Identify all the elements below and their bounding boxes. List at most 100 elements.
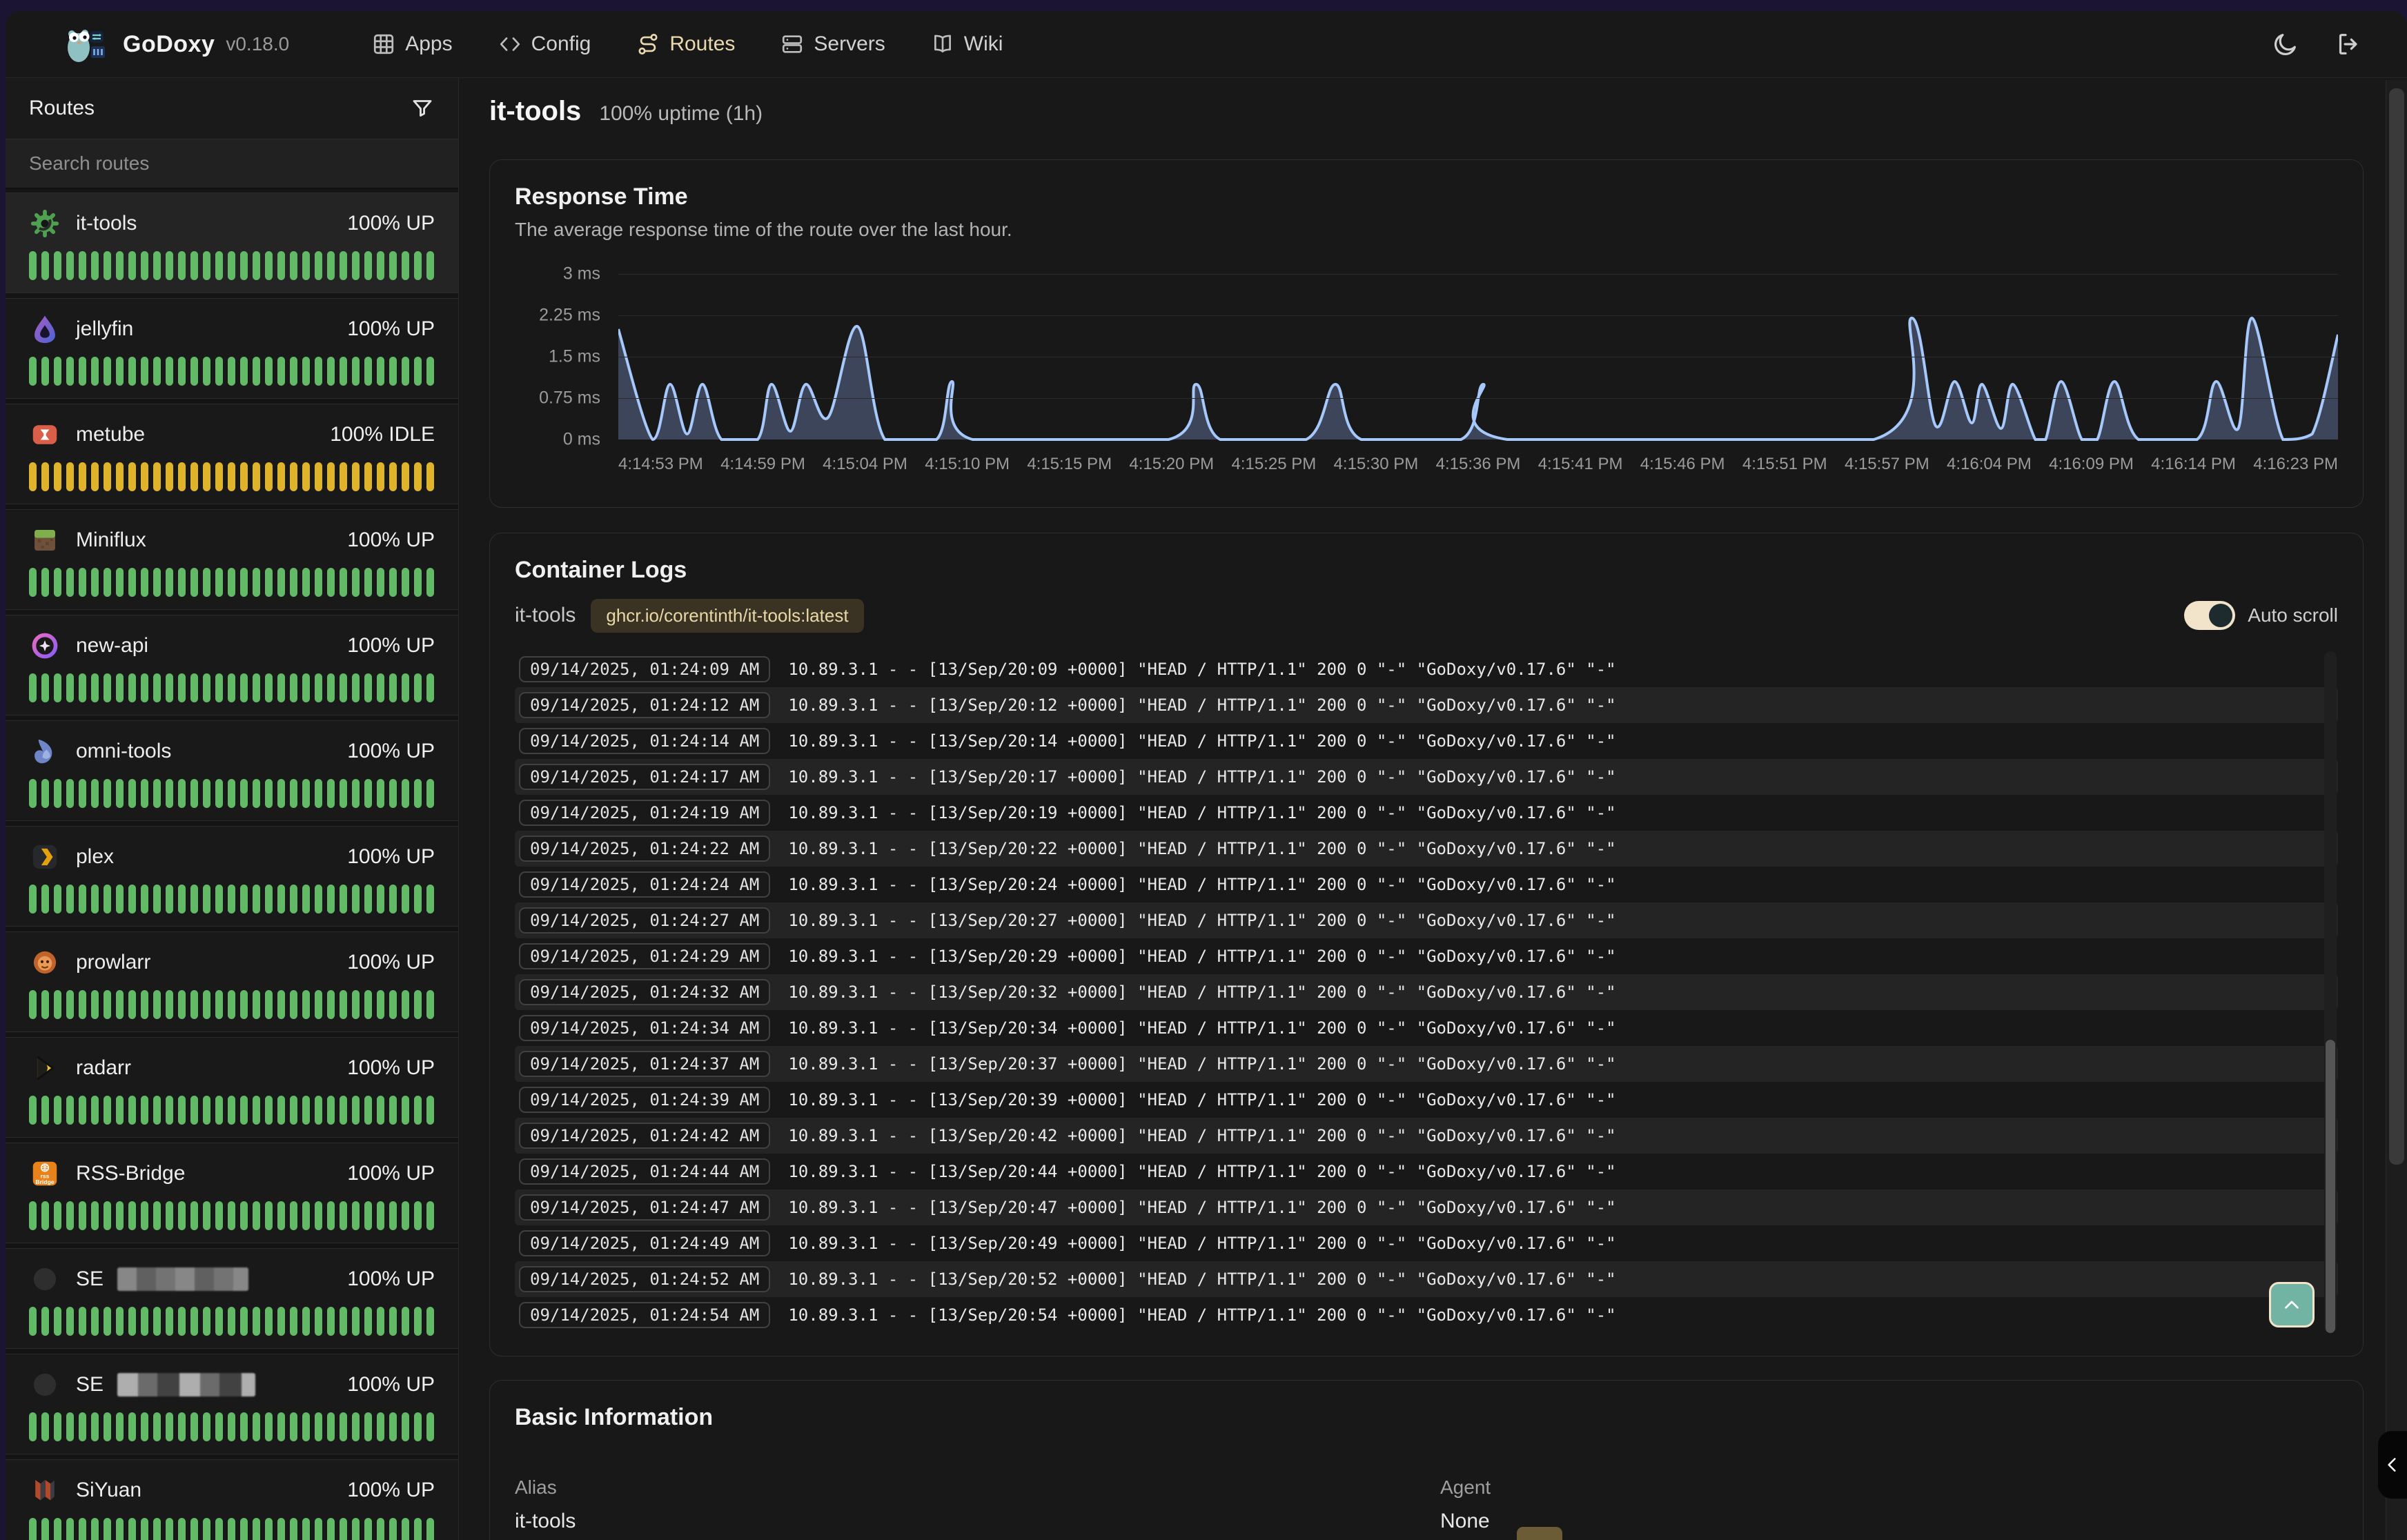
redacted-route-name xyxy=(117,1373,255,1396)
route-item-rss-bridge[interactable]: rss BridgeRSS-Bridge100% UP xyxy=(6,1143,458,1243)
route-item-omni-tools[interactable]: omni-tools 100% UP xyxy=(6,720,458,821)
chevron-up-icon xyxy=(2280,1293,2303,1316)
container-logs-card: Container Logs it-tools ghcr.io/corentin… xyxy=(489,533,2364,1356)
log-row: 09/14/2025, 01:24:39 AM10.89.3.1 - - [13… xyxy=(515,1082,2338,1118)
logs-scrollbar-thumb[interactable] xyxy=(2326,1040,2335,1333)
log-timestamp: 09/14/2025, 01:24:14 AM xyxy=(519,728,770,754)
x-tick-label: 4:16:04 PM xyxy=(1947,455,2032,474)
log-row: 09/14/2025, 01:24:34 AM10.89.3.1 - - [13… xyxy=(515,1010,2338,1046)
logs-viewport[interactable]: 09/14/2025, 01:24:09 AM 10.89.3.1 - - [13… xyxy=(515,651,2338,1333)
route-name: prowlarr xyxy=(76,951,150,974)
route-item-radarr[interactable]: radarr100% UP xyxy=(6,1037,458,1138)
route-item-it-tools[interactable]: it-tools100% UP xyxy=(6,192,458,293)
logout-icon[interactable] xyxy=(2335,30,2363,58)
route-status: 100% UP xyxy=(347,529,435,552)
log-row: 09/14/2025, 01:24:09 AM 10.89.3.1 - - [13… xyxy=(515,651,2338,687)
x-tick-label: 4:14:59 PM xyxy=(720,455,805,474)
sidebar-title: Routes xyxy=(29,97,95,120)
filter-icon[interactable] xyxy=(410,96,435,121)
godoxy-logo-icon xyxy=(63,24,109,64)
info-label: Alias xyxy=(515,1477,1413,1499)
response-card-title: Response Time xyxy=(515,184,2338,210)
info-value: it-tools xyxy=(515,1510,1413,1533)
it-tools-icon xyxy=(29,208,61,239)
log-message: 10.89.3.1 - - [13/Sep/20:49 +0000] "HEAD… xyxy=(788,1234,1615,1253)
log-timestamp: 09/14/2025, 01:24:27 AM xyxy=(519,907,770,934)
info-label: Agent xyxy=(1440,1477,2338,1499)
routes-list: it-tools100% UP jellyfin100% UP metube10… xyxy=(6,188,458,1540)
route-item-siyuan[interactable]: SiYuan100% UP xyxy=(6,1459,458,1540)
search-input[interactable] xyxy=(6,139,458,188)
log-row: 09/14/2025, 01:24:47 AM10.89.3.1 - - [13… xyxy=(515,1189,2338,1225)
log-row: 09/14/2025, 01:24:12 AM10.89.3.1 - - [13… xyxy=(515,687,2338,723)
log-row: 09/14/2025, 01:24:44 AM10.89.3.1 - - [13… xyxy=(515,1154,2338,1189)
nav-item-routes[interactable]: Routes xyxy=(636,32,735,56)
y-tick-label: 0.75 ms xyxy=(539,388,600,408)
nav-item-label: Wiki xyxy=(964,32,1003,56)
log-timestamp: 09/14/2025, 01:24:24 AM xyxy=(519,871,770,898)
metube-icon xyxy=(29,419,61,451)
nav-item-apps[interactable]: Apps xyxy=(372,32,452,56)
log-message: 10.89.3.1 - - [13/Sep/20:22 +0000] "HEAD… xyxy=(788,839,1615,858)
route-item-redacted-10[interactable]: SE100% UP xyxy=(6,1248,458,1349)
gridline xyxy=(618,274,2338,275)
log-message: 10.89.3.1 - - [13/Sep/20:14 +0000] "HEAD… xyxy=(788,731,1615,751)
scroll-to-top-button[interactable] xyxy=(2269,1282,2315,1327)
log-message: 10.89.3.1 - - [13/Sep/20:09 +0000] "HEAD… xyxy=(788,660,1615,679)
uptime-bars xyxy=(29,885,435,914)
main-nav: Apps Config Routes Servers Wiki xyxy=(372,32,2272,56)
route-item-metube[interactable]: metube100% IDLE xyxy=(6,404,458,504)
uptime-bars xyxy=(29,251,435,280)
servers-icon xyxy=(780,32,804,56)
route-item-prowlarr[interactable]: prowlarr100% UP xyxy=(6,931,458,1032)
info-field-agent: AgentNone xyxy=(1440,1477,2338,1533)
info-field-alias: Alias it-tools xyxy=(515,1477,1413,1533)
route-name: omni-tools xyxy=(76,740,171,763)
route-item-plex[interactable]: plex100% UP xyxy=(6,826,458,927)
brand-name: GoDoxy xyxy=(123,31,215,58)
route-status: 100% UP xyxy=(347,740,435,763)
route-name: Miniflux xyxy=(76,529,146,552)
page-title: it-tools xyxy=(489,96,581,127)
log-message: 10.89.3.1 - - [13/Sep/20:54 +0000] "HEAD… xyxy=(788,1305,1615,1325)
x-tick-label: 4:15:25 PM xyxy=(1231,455,1316,474)
host-value-badge xyxy=(1517,1527,1562,1540)
route-item-jellyfin[interactable]: jellyfin100% UP xyxy=(6,298,458,399)
log-message: 10.89.3.1 - - [13/Sep/20:29 +0000] "HEAD… xyxy=(788,947,1615,966)
log-message: 10.89.3.1 - - [13/Sep/20:47 +0000] "HEAD… xyxy=(788,1198,1615,1217)
log-row: 09/14/2025, 01:24:42 AM10.89.3.1 - - [13… xyxy=(515,1118,2338,1154)
auto-scroll-toggle[interactable] xyxy=(2184,601,2235,630)
plex-icon xyxy=(29,841,61,873)
route-item-miniflux[interactable]: Miniflux 100% UP xyxy=(6,509,458,610)
gridline xyxy=(618,315,2338,316)
drawer-toggle[interactable] xyxy=(2378,1431,2407,1499)
log-message: 10.89.3.1 - - [13/Sep/20:32 +0000] "HEAD… xyxy=(788,983,1615,1002)
logs-scrollbar[interactable] xyxy=(2324,651,2337,1333)
page-scrollbar-thumb[interactable] xyxy=(2389,88,2404,1165)
route-status: 100% UP xyxy=(347,845,435,869)
uptime-bars xyxy=(29,1412,435,1441)
nav-item-config[interactable]: Config xyxy=(498,32,591,56)
route-status: 100% IDLE xyxy=(330,423,435,446)
new-api-icon xyxy=(29,630,61,662)
grid-icon xyxy=(372,32,395,56)
nav-item-servers[interactable]: Servers xyxy=(780,32,885,56)
route-item-redacted-11[interactable]: SE100% UP xyxy=(6,1354,458,1454)
route-icon xyxy=(636,32,660,56)
log-timestamp: 09/14/2025, 01:24:09 AM xyxy=(519,656,770,682)
route-item-new-api[interactable]: new-api100% UP xyxy=(6,615,458,715)
uptime-bars xyxy=(29,357,435,386)
nav-item-wiki[interactable]: Wiki xyxy=(931,32,1003,56)
x-tick-label: 4:15:10 PM xyxy=(925,455,1010,474)
uptime-bars xyxy=(29,990,435,1019)
moon-icon[interactable] xyxy=(2272,30,2299,58)
log-timestamp: 09/14/2025, 01:24:32 AM xyxy=(519,979,770,1005)
nav-item-label: Routes xyxy=(669,32,735,56)
app-version: v0.18.0 xyxy=(226,33,289,55)
log-message: 10.89.3.1 - - [13/Sep/20:52 +0000] "HEAD… xyxy=(788,1270,1615,1289)
page-scrollbar[interactable] xyxy=(2386,80,2407,1540)
log-timestamp: 09/14/2025, 01:24:29 AM xyxy=(519,943,770,969)
x-tick-label: 4:15:36 PM xyxy=(1436,455,1521,474)
route-status: 100% UP xyxy=(347,1267,435,1291)
nav-item-label: Config xyxy=(531,32,591,56)
